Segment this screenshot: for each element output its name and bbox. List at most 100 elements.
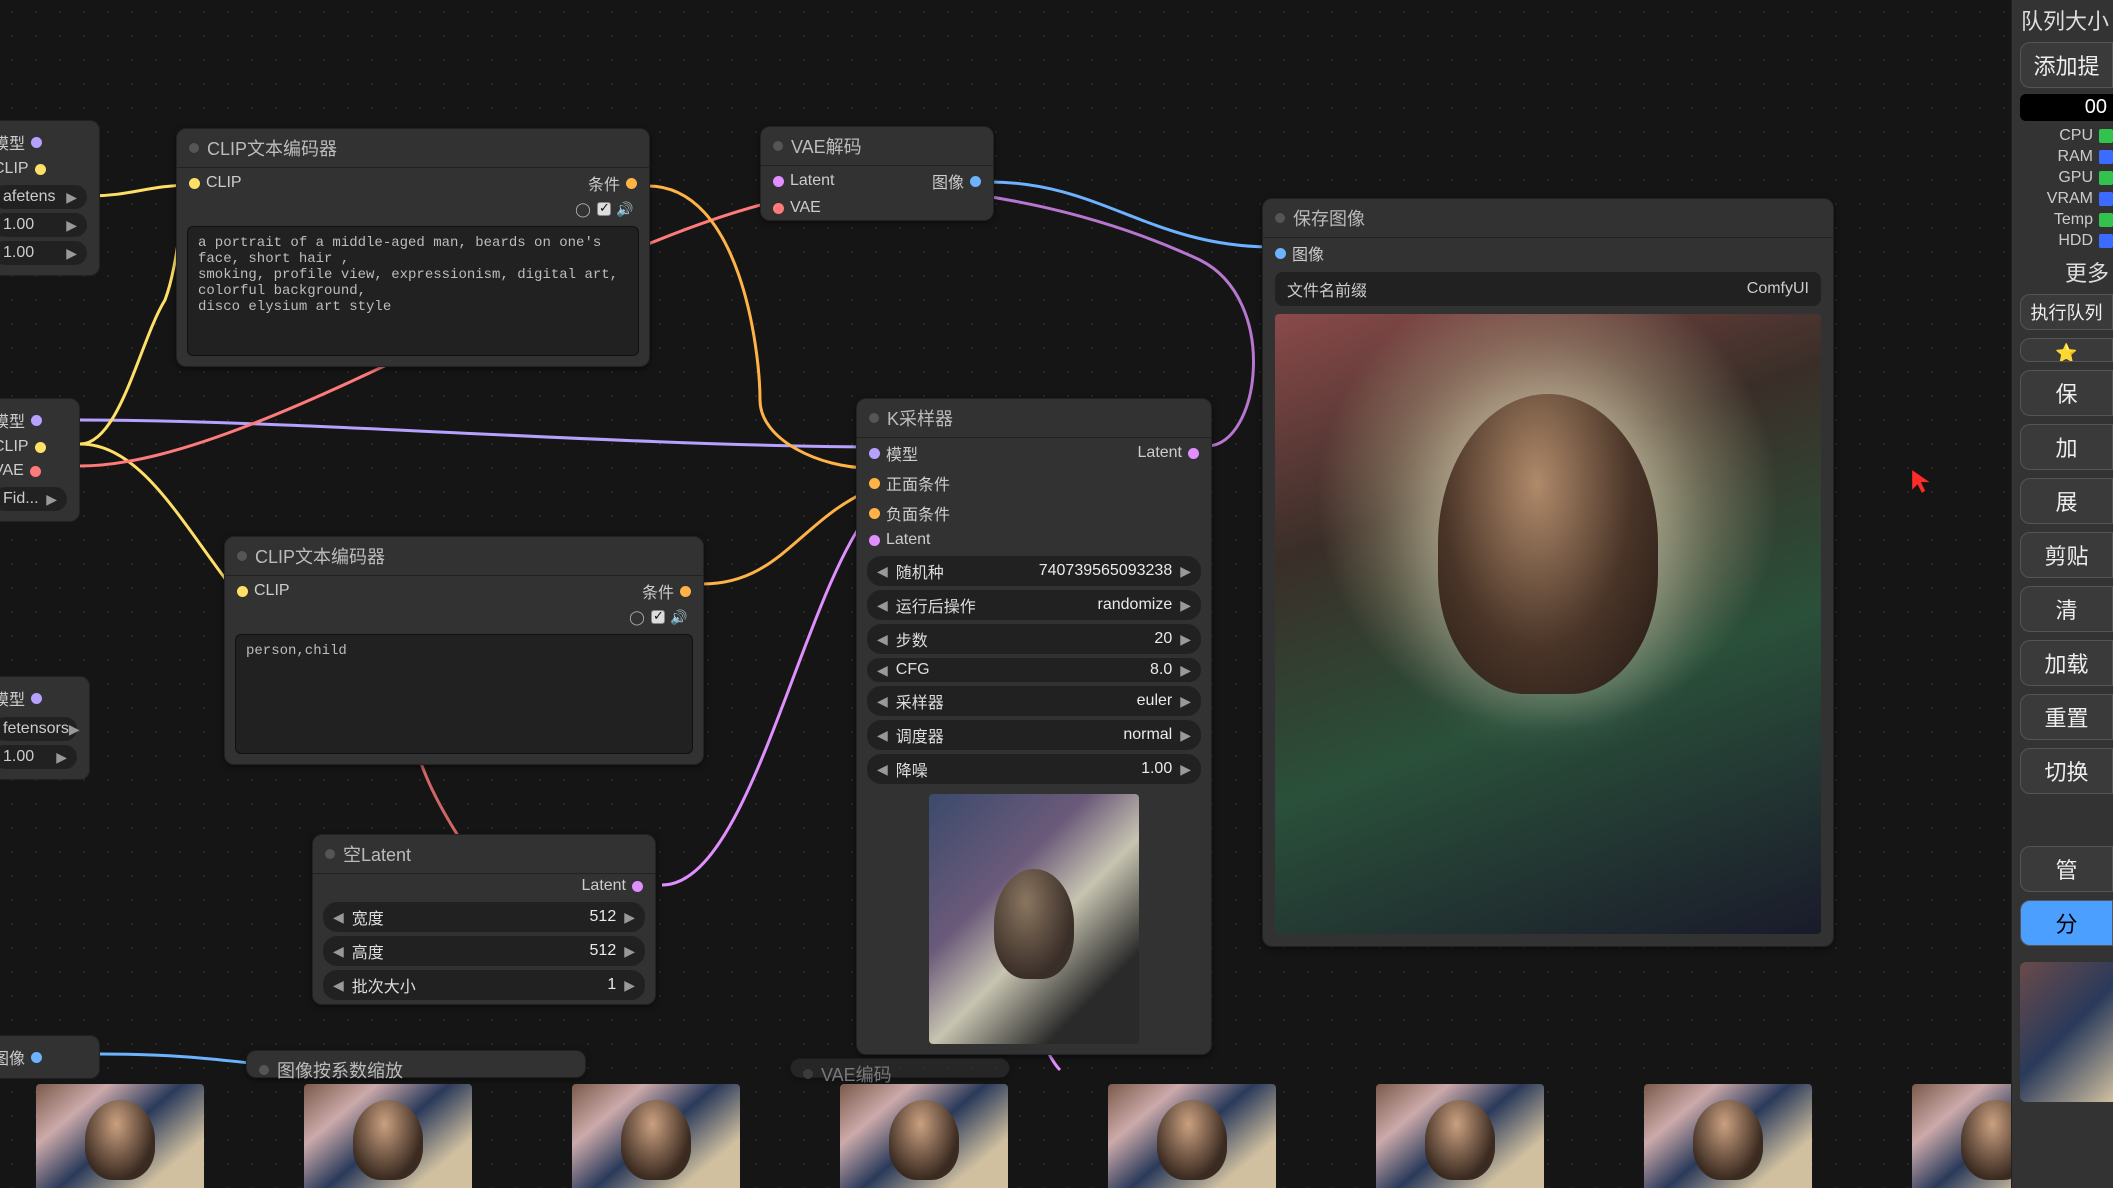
slot-label: 图像 — [1292, 241, 1324, 265]
input-port-negative[interactable] — [869, 508, 880, 519]
node-vae-encode-partial[interactable]: VAE编码 — [790, 1058, 1010, 1078]
sidebar-button[interactable]: 切换 — [2020, 748, 2113, 794]
node-title[interactable]: 保存图像 — [1263, 199, 1833, 238]
meter-label: CPU — [2059, 127, 2093, 145]
node-title[interactable]: K采样器 — [857, 399, 1211, 438]
checkbox-icon[interactable] — [651, 610, 665, 624]
sidebar-button[interactable]: 加载 — [2020, 640, 2113, 686]
input-port-clip[interactable] — [189, 178, 200, 189]
history-thumb[interactable] — [304, 1084, 472, 1188]
node-image-scale-partial[interactable]: 图像按系数缩放 — [246, 1050, 586, 1078]
param-low[interactable]: 1.00▶ — [0, 745, 77, 769]
more-label[interactable]: 更多 — [2012, 256, 2113, 288]
widget-width[interactable]: ◀宽度512▶ — [323, 902, 645, 932]
ram-meter-icon — [2099, 150, 2113, 164]
input-port-latent[interactable] — [869, 535, 880, 546]
history-thumb[interactable] — [36, 1084, 204, 1188]
collapse-dot-icon[interactable] — [259, 1065, 269, 1075]
input-port-latent[interactable] — [773, 176, 784, 187]
collapse-dot-icon[interactable] — [869, 413, 879, 423]
output-port-conditioning[interactable] — [626, 178, 637, 189]
file-dropdown-2[interactable]: fetensors▶ — [0, 717, 77, 741]
sidebar-preview-thumb[interactable] — [2020, 962, 2113, 1102]
slot-label: 条件 — [588, 171, 620, 195]
ckpt-dropdown[interactable]: afetens▶ — [0, 185, 87, 209]
collapse-dot-icon[interactable] — [803, 1069, 813, 1079]
history-thumb[interactable] — [572, 1084, 740, 1188]
param-1[interactable]: 1.00▶ — [0, 213, 87, 237]
slot-label: 图像 — [932, 169, 964, 193]
sidebar-button[interactable]: 加 — [2020, 424, 2113, 470]
node-image-out-partial[interactable]: 图像 — [0, 1035, 100, 1079]
widget-batch[interactable]: ◀批次大小1▶ — [323, 970, 645, 1000]
sidebar-button[interactable]: 清 — [2020, 586, 2113, 632]
input-port-positive[interactable] — [869, 478, 880, 489]
slot-label: Latent — [582, 877, 626, 895]
collapse-dot-icon[interactable] — [237, 551, 247, 561]
output-port-latent[interactable] — [632, 881, 643, 892]
vram-meter-icon — [2099, 192, 2113, 206]
widget-cfg[interactable]: ◀CFG8.0▶ — [867, 658, 1201, 682]
slot-label: 模型 — [0, 130, 25, 154]
node-vae-decode[interactable]: VAE解码 Latent 图像 VAE — [760, 126, 994, 221]
output-port-latent[interactable] — [1188, 448, 1199, 459]
speaker-icon[interactable]: 🔊 — [671, 609, 687, 625]
sidebar-button[interactable]: 展 — [2020, 478, 2113, 524]
circle-icon[interactable]: ◯ — [575, 201, 591, 217]
param-2[interactable]: 1.00▶ — [0, 241, 87, 265]
node-title[interactable]: CLIP文本编码器 — [225, 537, 703, 576]
sidebar-button[interactable]: 保 — [2020, 370, 2113, 416]
output-image[interactable] — [1275, 314, 1821, 934]
node-title[interactable]: 空Latent — [313, 835, 655, 874]
exec-queue-button[interactable]: 执行队列 — [2020, 294, 2113, 330]
prompt-textarea[interactable]: person,child — [235, 634, 693, 754]
file-dropdown[interactable]: Fid...▶ — [0, 487, 67, 511]
widget-sampler[interactable]: ◀采样器euler▶ — [867, 686, 1201, 716]
meter-label: HDD — [2058, 232, 2093, 250]
node-loader-mid-partial[interactable]: 模型 CLIP VAE Fid...▶ — [0, 398, 80, 522]
node-title[interactable]: VAE解码 — [761, 127, 993, 166]
sidebar-button[interactable]: 剪贴 — [2020, 532, 2113, 578]
node-clip-text-encode-positive[interactable]: CLIP文本编码器 CLIP 条件 ◯ 🔊 a portrait of a mi… — [176, 128, 650, 367]
manager-button[interactable]: 管 — [2020, 846, 2113, 892]
node-clip-text-encode-negative[interactable]: CLIP文本编码器 CLIP 条件 ◯ 🔊 person,child — [224, 536, 704, 765]
widget-scheduler[interactable]: ◀调度器normal▶ — [867, 720, 1201, 750]
history-thumb[interactable] — [1108, 1084, 1276, 1188]
collapse-dot-icon[interactable] — [773, 141, 783, 151]
node-empty-latent[interactable]: 空Latent Latent ◀宽度512▶ ◀高度512▶ ◀批次大小1▶ — [312, 834, 656, 1005]
widget-steps[interactable]: ◀步数20▶ — [867, 624, 1201, 654]
history-thumb[interactable] — [840, 1084, 1008, 1188]
input-port-vae[interactable] — [773, 203, 784, 214]
history-thumb[interactable] — [1644, 1084, 1812, 1188]
add-prompt-button[interactable]: 添加提 — [2020, 42, 2113, 88]
speaker-icon[interactable]: 🔊 — [617, 201, 633, 217]
input-port-model[interactable] — [869, 448, 880, 459]
star-button[interactable]: ⭐ — [2020, 338, 2113, 362]
node-checkpoint-loader-partial[interactable]: 模型 CLIP afetens▶ 1.00▶ 1.00▶ — [0, 120, 100, 276]
slot-label: Latent — [790, 172, 834, 190]
widget-denoise[interactable]: ◀降噪1.00▶ — [867, 754, 1201, 784]
circle-icon[interactable]: ◯ — [629, 609, 645, 625]
node-save-image[interactable]: 保存图像 图像 文件名前缀 ComfyUI — [1262, 198, 1834, 947]
input-port-clip[interactable] — [237, 586, 248, 597]
filename-prefix-field[interactable]: 文件名前缀 ComfyUI — [1275, 272, 1821, 306]
image-history-strip[interactable] — [0, 1084, 2003, 1188]
node-loader-low-partial[interactable]: 模型 fetensors▶ 1.00▶ — [0, 676, 90, 780]
widget-height[interactable]: ◀高度512▶ — [323, 936, 645, 966]
sidebar-button[interactable]: 重置 — [2020, 694, 2113, 740]
ksampler-preview-image — [929, 794, 1139, 1044]
widget-seed[interactable]: ◀随机种740739565093238▶ — [867, 556, 1201, 586]
node-ksampler[interactable]: K采样器 模型 Latent 正面条件 负面条件 Latent ◀随机种7407… — [856, 398, 1212, 1055]
output-port-conditioning[interactable] — [680, 586, 691, 597]
collapse-dot-icon[interactable] — [1275, 213, 1285, 223]
collapse-dot-icon[interactable] — [189, 143, 199, 153]
node-title[interactable]: CLIP文本编码器 — [177, 129, 649, 168]
prompt-textarea[interactable]: a portrait of a middle-aged man, beards … — [187, 226, 639, 356]
checkbox-icon[interactable] — [597, 202, 611, 216]
share-button[interactable]: 分 — [2020, 900, 2113, 946]
collapse-dot-icon[interactable] — [325, 849, 335, 859]
output-port-image[interactable] — [970, 176, 981, 187]
history-thumb[interactable] — [1376, 1084, 1544, 1188]
input-port-image[interactable] — [1275, 248, 1286, 259]
widget-after-generate[interactable]: ◀运行后操作randomize▶ — [867, 590, 1201, 620]
